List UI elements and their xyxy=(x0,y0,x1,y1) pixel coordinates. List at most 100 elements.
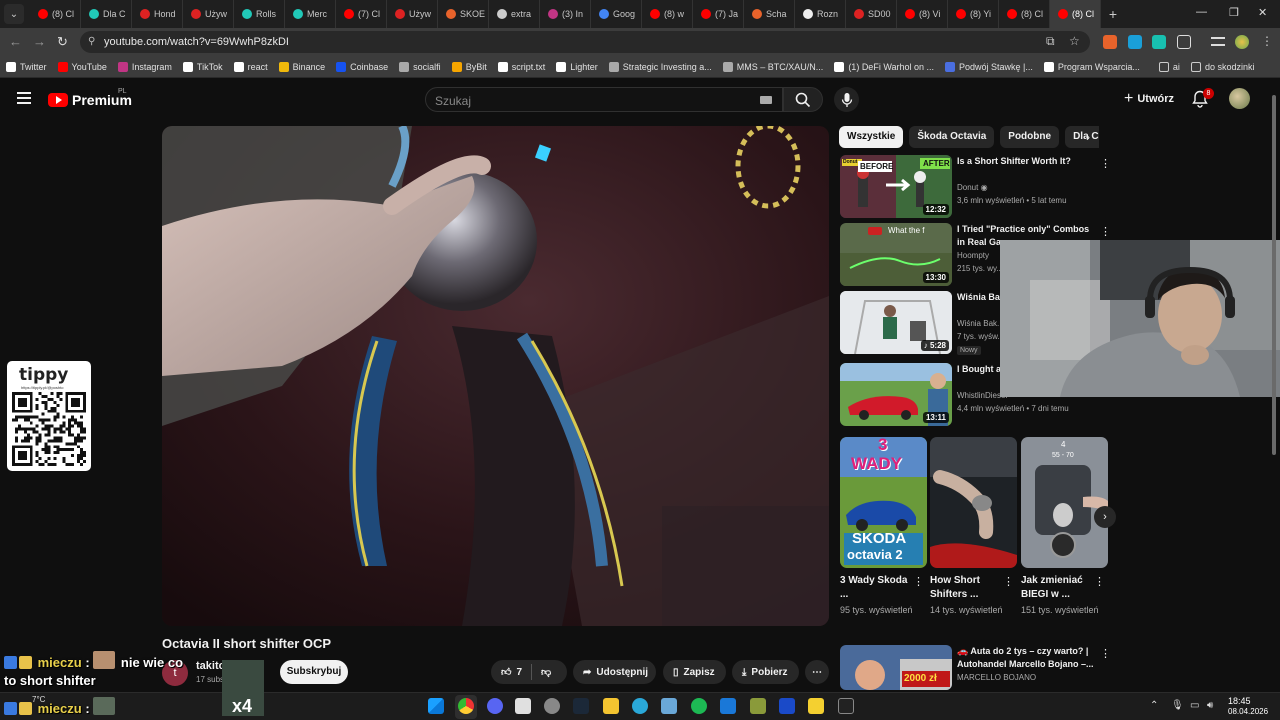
search-input[interactable]: Szukaj xyxy=(435,94,471,108)
account-avatar[interactable] xyxy=(1229,88,1250,109)
bookmark-item[interactable]: Strategic Investing a... xyxy=(608,61,712,72)
video-thumbnail[interactable]: 13:11 xyxy=(840,363,952,426)
download-button[interactable]: ⤓ Pobierz xyxy=(732,660,799,684)
tray-chevron-icon[interactable]: ⌃ xyxy=(1150,700,1158,711)
back-icon[interactable]: ← xyxy=(9,34,22,49)
browser-tab[interactable]: (3) In xyxy=(540,0,591,28)
channel-name[interactable]: takito xyxy=(196,660,225,672)
short-thumbnail[interactable]: 4 55 - 70 xyxy=(1021,437,1108,568)
thumbs-up-icon[interactable]: 👍︎ xyxy=(501,666,511,678)
recommendation-title[interactable]: Is a Short Shifter Worth It? xyxy=(957,155,1097,168)
more-options-icon[interactable]: ⋮ xyxy=(1003,575,1014,588)
discord-taskbar-icon[interactable] xyxy=(487,698,503,714)
reading-list-icon[interactable] xyxy=(1211,37,1225,46)
browser-tab[interactable]: (8) w xyxy=(642,0,693,28)
bookmark-star-icon[interactable]: ☆ xyxy=(1069,34,1080,48)
app-taskbar-icon[interactable] xyxy=(750,698,766,714)
browser-tab[interactable]: extra xyxy=(489,0,540,28)
chrome-menu-icon[interactable]: ⋮ xyxy=(1261,34,1273,48)
short-item[interactable]: How Short Shifters ... 14 tys. wyświetle… xyxy=(930,437,1017,617)
bookmark-item[interactable]: YouTube xyxy=(57,61,107,72)
file-explorer-icon[interactable] xyxy=(603,698,619,714)
install-app-icon[interactable]: ⧉ xyxy=(1046,34,1055,49)
create-button[interactable]: + Utwórz xyxy=(1116,87,1180,111)
chrome-taskbar-icon[interactable] xyxy=(458,698,474,714)
new-tab-button[interactable]: + xyxy=(1101,6,1125,22)
microphone-tray-icon[interactable]: 🎙︎ xyxy=(1171,700,1184,711)
more-actions-button[interactable]: ⋯ xyxy=(805,660,829,684)
video-thumbnail[interactable]: What the f 13:30 xyxy=(840,223,952,286)
bookmark-item[interactable]: Twitter xyxy=(6,61,47,72)
browser-tab[interactable]: Rolls xyxy=(234,0,285,28)
browser-tab[interactable]: (8) Cl xyxy=(30,0,81,28)
search-button[interactable] xyxy=(783,87,823,112)
bookmark-item[interactable]: react xyxy=(233,61,268,72)
minimize-icon[interactable]: — xyxy=(1196,6,1207,18)
video-thumbnail[interactable]: 2000 zł xyxy=(840,645,952,690)
share-button[interactable]: ➦ Udostępnij xyxy=(573,660,656,684)
bookmark-item[interactable]: MMS – BTC/XAU/N... xyxy=(722,61,823,72)
more-options-icon[interactable]: ⋮ xyxy=(1100,225,1111,238)
video-thumbnail[interactable]: Donut BEFORE AFTER 12:32 xyxy=(840,155,952,218)
close-window-icon[interactable]: ✕ xyxy=(1258,6,1267,19)
reload-icon[interactable]: ↻ xyxy=(57,34,68,50)
recommendation-channel[interactable]: Donut ◉ xyxy=(957,183,988,192)
maximize-icon[interactable]: ❐ xyxy=(1229,6,1239,19)
browser-tab[interactable]: Scha xyxy=(744,0,795,28)
obs-taskbar-icon[interactable] xyxy=(544,698,560,714)
short-title[interactable]: How Short Shifters ... xyxy=(930,574,998,602)
windows-start-icon[interactable] xyxy=(428,698,444,714)
browser-tab[interactable]: (8) Yi xyxy=(948,0,999,28)
bookmark-item[interactable]: Podwój Stawkę |... xyxy=(945,61,1033,72)
forward-icon[interactable]: → xyxy=(33,34,46,49)
chevron-right-icon[interactable]: › xyxy=(1086,130,1090,144)
url-text[interactable]: youtube.com/watch?v=69WwhP8zkDI xyxy=(104,36,289,48)
profile-avatar-icon[interactable] xyxy=(1235,35,1249,49)
browser-tab[interactable]: Goog xyxy=(591,0,642,28)
short-item[interactable]: 3 WADY SKODA octavia 2 3 Wady Skoda ... … xyxy=(840,437,927,617)
bookmark-item[interactable]: Binance xyxy=(278,61,325,72)
browser-tab[interactable]: (7) Cl xyxy=(336,0,387,28)
recommendation-title[interactable]: 🚗 Auta do 2 tys – czy warto? | Autohande… xyxy=(957,645,1097,671)
chip-all[interactable]: Wszystkie xyxy=(839,126,904,148)
bookmark-item[interactable]: Coinbase xyxy=(336,61,388,72)
clock-date[interactable]: 08.04.2026 xyxy=(1228,707,1268,716)
save-button[interactable]: ▯ Zapisz xyxy=(663,660,726,684)
subscribe-button[interactable]: Subskrybuj xyxy=(280,660,348,684)
browser-tab[interactable]: Merc xyxy=(285,0,336,28)
recommendation-item[interactable]: Donut BEFORE AFTER 12:32 Is a Short Shif… xyxy=(840,155,1111,219)
browser-tab[interactable]: (8) Vi xyxy=(897,0,948,28)
extension-teal-icon[interactable] xyxy=(1152,35,1166,49)
bookmark-item[interactable]: TikTok xyxy=(182,61,223,72)
short-item[interactable]: 4 55 - 70 Jak zmieniać BIEGI w ... 151 t… xyxy=(1021,437,1108,617)
extension-fox-icon[interactable] xyxy=(1103,35,1117,49)
browser-tab[interactable]: (8) Cl× xyxy=(1050,0,1101,28)
chip-related[interactable]: Podobne xyxy=(1000,126,1060,148)
browser-tab[interactable]: Rozn xyxy=(795,0,846,28)
menu-icon[interactable] xyxy=(17,92,31,104)
app-taskbar-icon[interactable] xyxy=(779,698,795,714)
chip-skoda-octavia[interactable]: Škoda Octavia xyxy=(909,126,995,148)
bookmark-item[interactable]: script.txt xyxy=(497,61,545,72)
bookmark-item[interactable]: socialfi xyxy=(399,61,441,72)
keyboard-icon[interactable] xyxy=(760,96,772,104)
browser-tab[interactable]: Używ xyxy=(387,0,438,28)
address-bar[interactable]: ⚲ youtube.com/watch?v=69WwhP8zkDI ⧉ ☆ xyxy=(80,31,1090,53)
tab-search-button[interactable]: ⌄ xyxy=(4,4,24,24)
recommendation-channel[interactable]: Hoompty xyxy=(957,251,989,260)
steam-taskbar-icon[interactable] xyxy=(573,698,589,714)
more-options-icon[interactable]: ⋮ xyxy=(1100,157,1111,170)
app-taskbar-icon[interactable] xyxy=(515,698,531,714)
app-taskbar-icon[interactable] xyxy=(720,698,736,714)
clock-time[interactable]: 18:45 xyxy=(1228,696,1251,706)
bookmark-item[interactable]: ByBit xyxy=(451,61,487,72)
site-info-icon[interactable]: ⚲ xyxy=(88,36,95,47)
terminal-taskbar-icon[interactable] xyxy=(838,698,854,714)
browser-tab[interactable]: SD00 xyxy=(846,0,897,28)
short-title[interactable]: Jak zmieniać BIEGI w ... xyxy=(1021,574,1089,602)
more-options-icon[interactable]: ⋮ xyxy=(1094,575,1105,588)
voice-search-button[interactable] xyxy=(834,87,859,112)
bookmark-item[interactable]: (1) DeFi Warhol on ... xyxy=(834,61,934,72)
browser-tab[interactable]: (8) Cl xyxy=(999,0,1050,28)
bookmark-item[interactable]: Lighter xyxy=(556,61,598,72)
